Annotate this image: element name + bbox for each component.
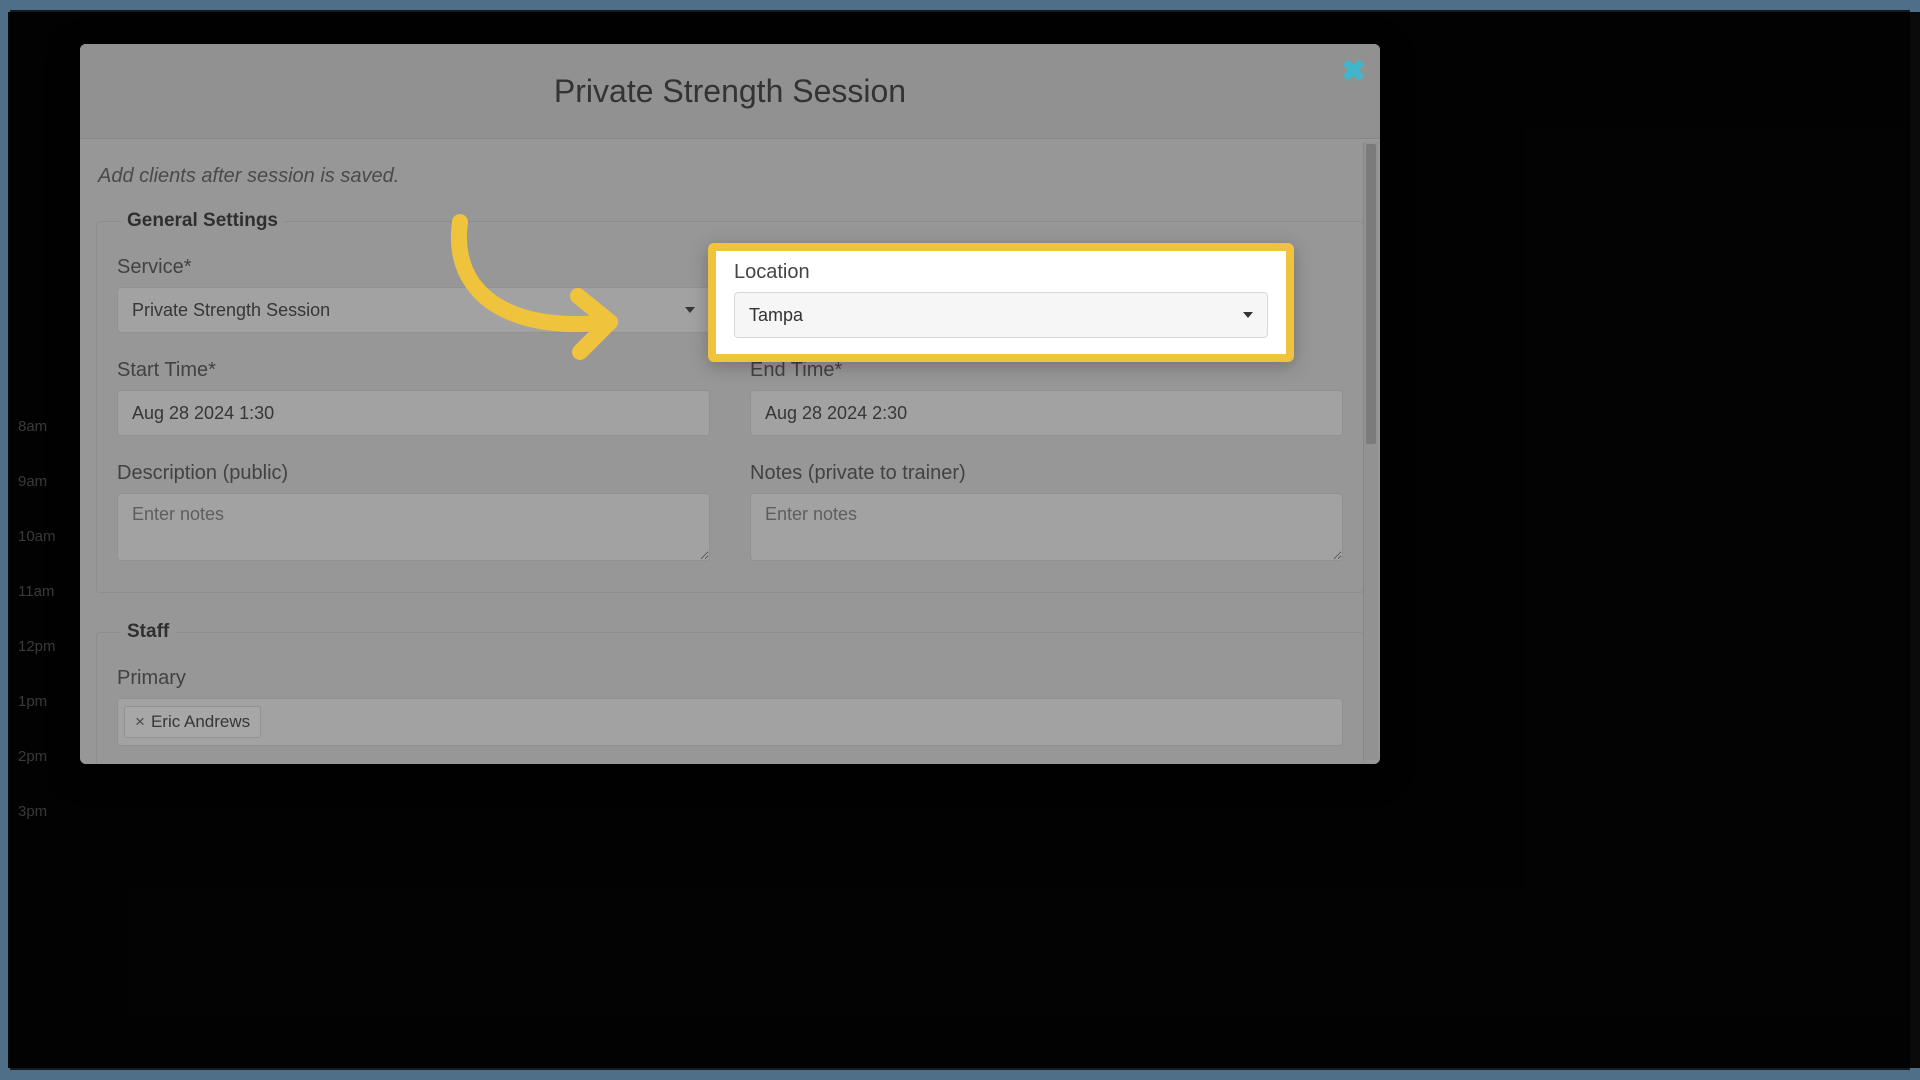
start-time-label: Start Time* — [117, 359, 710, 382]
session-modal: Private Strength Session ✖ Add clients a… — [80, 44, 1380, 764]
caret-down-icon — [685, 307, 695, 313]
location-label: Location — [734, 261, 1268, 284]
end-time-label: End Time* — [750, 359, 1343, 382]
location-highlight: Location Tampa — [708, 243, 1294, 362]
description-label: Description (public) — [117, 462, 710, 485]
bg-time-label: 12pm — [18, 638, 56, 655]
notes-textarea[interactable] — [750, 493, 1343, 561]
bg-time-label: 10am — [18, 528, 56, 545]
staff-tag[interactable]: × Eric Andrews — [124, 706, 261, 738]
modal-header: Private Strength Session ✖ — [80, 44, 1380, 139]
modal-title: Private Strength Session — [554, 73, 906, 110]
start-time-input[interactable]: Aug 28 2024 1:30 — [117, 390, 710, 436]
frame-border-left — [0, 12, 8, 1068]
general-settings-legend: General Settings — [121, 210, 284, 232]
primary-staff-input[interactable]: × Eric Andrews — [117, 698, 1343, 746]
staff-legend: Staff — [121, 621, 175, 643]
end-time-value: Aug 28 2024 2:30 — [765, 403, 907, 424]
remove-tag-icon[interactable]: × — [135, 712, 145, 732]
scrollbar-thumb[interactable] — [1366, 144, 1376, 444]
hint-text: Add clients after session is saved. — [98, 165, 1364, 188]
bg-time-label: 8am — [18, 418, 47, 435]
bg-time-label: 2pm — [18, 748, 47, 765]
bg-time-label: 9am — [18, 473, 47, 490]
staff-tag-name: Eric Andrews — [151, 712, 250, 732]
app-stage: 8am 9am 10am 11am 12pm 1pm 2pm 3pm Priva… — [0, 0, 1920, 1080]
location-select[interactable]: Tampa — [734, 292, 1268, 338]
close-icon[interactable]: ✖ — [1341, 54, 1366, 89]
notes-label: Notes (private to trainer) — [750, 462, 1343, 485]
service-select-value: Private Strength Session — [132, 300, 330, 321]
description-textarea[interactable] — [117, 493, 710, 561]
service-select[interactable]: Private Strength Session — [117, 287, 710, 333]
location-select-value: Tampa — [749, 305, 803, 326]
staff-section: Staff Primary × Eric Andrews — [96, 621, 1364, 764]
primary-staff-label: Primary — [117, 667, 1343, 690]
bg-time-label: 1pm — [18, 693, 47, 710]
end-time-input[interactable]: Aug 28 2024 2:30 — [750, 390, 1343, 436]
caret-down-icon — [1243, 312, 1253, 318]
start-time-value: Aug 28 2024 1:30 — [132, 403, 274, 424]
scrollbar-track[interactable] — [1363, 142, 1378, 760]
bg-time-label: 3pm — [18, 803, 47, 820]
service-label: Service* — [117, 256, 710, 279]
bg-time-label: 11am — [18, 583, 54, 600]
modal-body: Add clients after session is saved. Gene… — [80, 139, 1380, 764]
